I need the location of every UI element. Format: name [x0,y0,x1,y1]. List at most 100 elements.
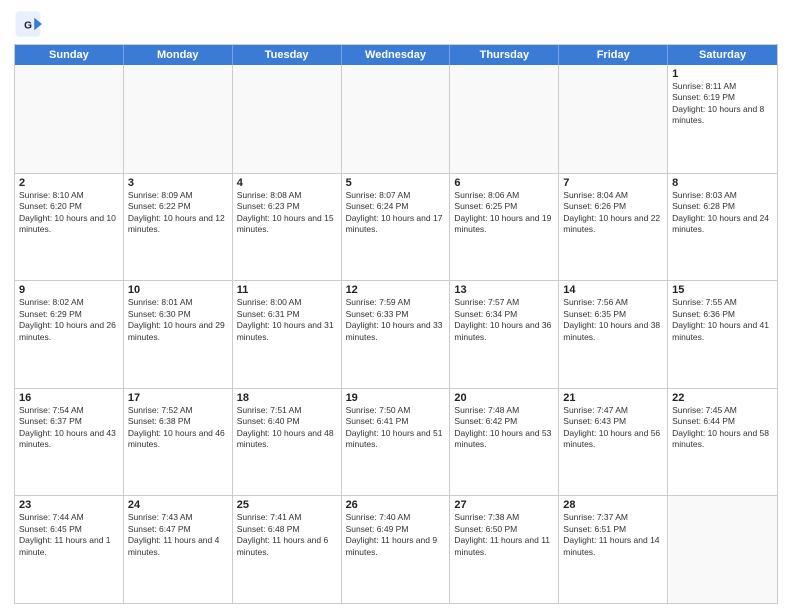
calendar-cell: 8Sunrise: 8:03 AM Sunset: 6:28 PM Daylig… [668,174,777,281]
cell-info: Sunrise: 7:43 AM Sunset: 6:47 PM Dayligh… [128,512,228,558]
calendar-cell: 1Sunrise: 8:11 AM Sunset: 6:19 PM Daylig… [668,65,777,173]
cell-info: Sunrise: 7:41 AM Sunset: 6:48 PM Dayligh… [237,512,337,558]
calendar-header-cell: Thursday [450,45,559,65]
cell-info: Sunrise: 7:51 AM Sunset: 6:40 PM Dayligh… [237,405,337,451]
calendar-cell: 14Sunrise: 7:56 AM Sunset: 6:35 PM Dayli… [559,281,668,388]
calendar-header-cell: Sunday [15,45,124,65]
cell-info: Sunrise: 8:07 AM Sunset: 6:24 PM Dayligh… [346,190,446,236]
cell-info: Sunrise: 7:52 AM Sunset: 6:38 PM Dayligh… [128,405,228,451]
calendar-cell: 2Sunrise: 8:10 AM Sunset: 6:20 PM Daylig… [15,174,124,281]
day-number: 1 [672,68,773,80]
calendar-week: 1Sunrise: 8:11 AM Sunset: 6:19 PM Daylig… [15,65,777,173]
calendar-header-row: SundayMondayTuesdayWednesdayThursdayFrid… [15,45,777,65]
day-number: 17 [128,392,228,404]
calendar-body: 1Sunrise: 8:11 AM Sunset: 6:19 PM Daylig… [15,65,777,603]
day-number: 5 [346,177,446,189]
cell-info: Sunrise: 8:06 AM Sunset: 6:25 PM Dayligh… [454,190,554,236]
cell-info: Sunrise: 7:48 AM Sunset: 6:42 PM Dayligh… [454,405,554,451]
day-number: 2 [19,177,119,189]
cell-info: Sunrise: 7:54 AM Sunset: 6:37 PM Dayligh… [19,405,119,451]
calendar-cell: 16Sunrise: 7:54 AM Sunset: 6:37 PM Dayli… [15,389,124,496]
calendar-header-cell: Tuesday [233,45,342,65]
cell-info: Sunrise: 7:37 AM Sunset: 6:51 PM Dayligh… [563,512,663,558]
day-number: 25 [237,499,337,511]
calendar-cell: 15Sunrise: 7:55 AM Sunset: 6:36 PM Dayli… [668,281,777,388]
calendar-cell: 24Sunrise: 7:43 AM Sunset: 6:47 PM Dayli… [124,496,233,603]
calendar-week: 2Sunrise: 8:10 AM Sunset: 6:20 PM Daylig… [15,173,777,281]
logo: G [14,10,46,38]
calendar-cell: 7Sunrise: 8:04 AM Sunset: 6:26 PM Daylig… [559,174,668,281]
day-number: 6 [454,177,554,189]
calendar-cell [450,65,559,173]
calendar-cell [124,65,233,173]
cell-info: Sunrise: 7:44 AM Sunset: 6:45 PM Dayligh… [19,512,119,558]
cell-info: Sunrise: 8:04 AM Sunset: 6:26 PM Dayligh… [563,190,663,236]
calendar-cell: 10Sunrise: 8:01 AM Sunset: 6:30 PM Dayli… [124,281,233,388]
calendar-cell: 12Sunrise: 7:59 AM Sunset: 6:33 PM Dayli… [342,281,451,388]
cell-info: Sunrise: 8:11 AM Sunset: 6:19 PM Dayligh… [672,81,773,127]
cell-info: Sunrise: 8:01 AM Sunset: 6:30 PM Dayligh… [128,297,228,343]
day-number: 22 [672,392,773,404]
svg-text:G: G [24,21,32,32]
calendar-cell [668,496,777,603]
calendar-cell: 22Sunrise: 7:45 AM Sunset: 6:44 PM Dayli… [668,389,777,496]
page: G SundayMondayTuesdayWednesdayThursdayFr… [0,0,792,612]
cell-info: Sunrise: 7:55 AM Sunset: 6:36 PM Dayligh… [672,297,773,343]
calendar-cell: 21Sunrise: 7:47 AM Sunset: 6:43 PM Dayli… [559,389,668,496]
calendar-cell: 26Sunrise: 7:40 AM Sunset: 6:49 PM Dayli… [342,496,451,603]
day-number: 24 [128,499,228,511]
day-number: 15 [672,284,773,296]
calendar-cell: 13Sunrise: 7:57 AM Sunset: 6:34 PM Dayli… [450,281,559,388]
calendar-cell: 19Sunrise: 7:50 AM Sunset: 6:41 PM Dayli… [342,389,451,496]
day-number: 11 [237,284,337,296]
calendar-cell [15,65,124,173]
calendar: SundayMondayTuesdayWednesdayThursdayFrid… [14,44,778,604]
cell-info: Sunrise: 8:09 AM Sunset: 6:22 PM Dayligh… [128,190,228,236]
day-number: 26 [346,499,446,511]
day-number: 16 [19,392,119,404]
cell-info: Sunrise: 7:50 AM Sunset: 6:41 PM Dayligh… [346,405,446,451]
calendar-header-cell: Saturday [668,45,777,65]
cell-info: Sunrise: 8:08 AM Sunset: 6:23 PM Dayligh… [237,190,337,236]
day-number: 13 [454,284,554,296]
day-number: 14 [563,284,663,296]
day-number: 7 [563,177,663,189]
cell-info: Sunrise: 8:02 AM Sunset: 6:29 PM Dayligh… [19,297,119,343]
day-number: 3 [128,177,228,189]
calendar-cell [559,65,668,173]
cell-info: Sunrise: 8:03 AM Sunset: 6:28 PM Dayligh… [672,190,773,236]
calendar-cell: 28Sunrise: 7:37 AM Sunset: 6:51 PM Dayli… [559,496,668,603]
cell-info: Sunrise: 7:59 AM Sunset: 6:33 PM Dayligh… [346,297,446,343]
calendar-week: 9Sunrise: 8:02 AM Sunset: 6:29 PM Daylig… [15,280,777,388]
day-number: 12 [346,284,446,296]
calendar-cell: 4Sunrise: 8:08 AM Sunset: 6:23 PM Daylig… [233,174,342,281]
day-number: 20 [454,392,554,404]
calendar-header-cell: Wednesday [342,45,451,65]
calendar-cell: 17Sunrise: 7:52 AM Sunset: 6:38 PM Dayli… [124,389,233,496]
cell-info: Sunrise: 7:56 AM Sunset: 6:35 PM Dayligh… [563,297,663,343]
calendar-cell: 11Sunrise: 8:00 AM Sunset: 6:31 PM Dayli… [233,281,342,388]
calendar-cell: 3Sunrise: 8:09 AM Sunset: 6:22 PM Daylig… [124,174,233,281]
calendar-cell: 23Sunrise: 7:44 AM Sunset: 6:45 PM Dayli… [15,496,124,603]
day-number: 9 [19,284,119,296]
calendar-cell: 5Sunrise: 8:07 AM Sunset: 6:24 PM Daylig… [342,174,451,281]
calendar-cell: 25Sunrise: 7:41 AM Sunset: 6:48 PM Dayli… [233,496,342,603]
cell-info: Sunrise: 7:57 AM Sunset: 6:34 PM Dayligh… [454,297,554,343]
day-number: 8 [672,177,773,189]
header: G [14,10,778,38]
day-number: 21 [563,392,663,404]
day-number: 28 [563,499,663,511]
calendar-week: 23Sunrise: 7:44 AM Sunset: 6:45 PM Dayli… [15,495,777,603]
day-number: 27 [454,499,554,511]
day-number: 10 [128,284,228,296]
calendar-cell: 9Sunrise: 8:02 AM Sunset: 6:29 PM Daylig… [15,281,124,388]
calendar-header-cell: Monday [124,45,233,65]
day-number: 18 [237,392,337,404]
day-number: 23 [19,499,119,511]
cell-info: Sunrise: 7:45 AM Sunset: 6:44 PM Dayligh… [672,405,773,451]
calendar-week: 16Sunrise: 7:54 AM Sunset: 6:37 PM Dayli… [15,388,777,496]
calendar-header-cell: Friday [559,45,668,65]
calendar-cell [233,65,342,173]
calendar-cell: 18Sunrise: 7:51 AM Sunset: 6:40 PM Dayli… [233,389,342,496]
logo-icon: G [14,10,42,38]
